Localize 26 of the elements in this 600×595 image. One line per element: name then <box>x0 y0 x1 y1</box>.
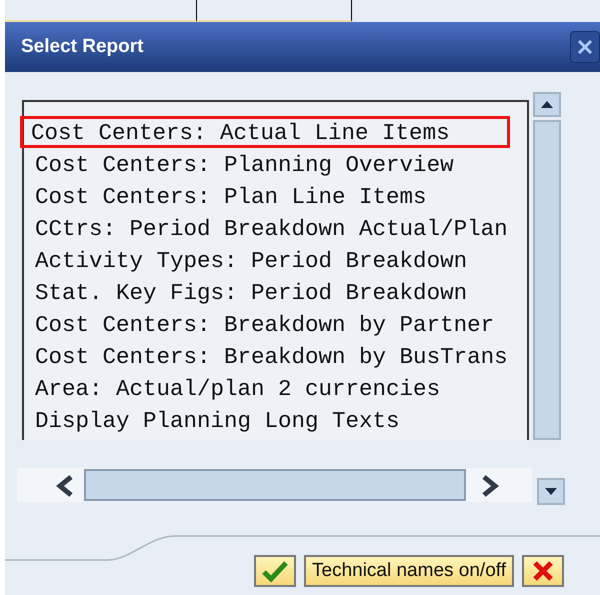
report-item[interactable]: Area: Actual/plan 2 currencies <box>24 372 527 404</box>
close-button[interactable] <box>570 31 600 63</box>
report-item[interactable]: Cost Centers: Breakdown by BusTrans <box>24 340 527 372</box>
up-arrow-icon <box>541 101 553 108</box>
scroll-up-button[interactable] <box>533 92 561 117</box>
scroll-right-icon[interactable] <box>480 475 500 497</box>
confirm-button[interactable] <box>254 555 296 587</box>
close-icon <box>576 38 594 56</box>
report-item[interactable]: Cost Centers: Planning Overview <box>24 148 527 180</box>
horizontal-scrollbar-thumb[interactable] <box>84 469 466 501</box>
report-item[interactable]: Activity Types: Period Breakdown <box>24 244 527 276</box>
window-title: Select Report <box>21 34 144 59</box>
scroll-down-button[interactable] <box>537 478 565 505</box>
checkmark-icon <box>261 560 289 582</box>
close-icon <box>532 560 554 582</box>
cancel-button[interactable] <box>522 555 564 587</box>
report-item[interactable]: Display Planning Long Texts <box>24 404 527 436</box>
report-item[interactable]: CCtrs: Period Breakdown Actual/Plan <box>24 212 527 244</box>
report-item[interactable]: Cost Centers: Plan Line Items <box>24 180 527 212</box>
report-item[interactable]: Stat. Key Figs: Period Breakdown <box>24 276 527 308</box>
vertical-scrollbar-thumb[interactable] <box>533 120 561 440</box>
report-item[interactable]: Cost Centers: Actual Line Items <box>20 116 510 148</box>
down-arrow-icon <box>545 488 557 495</box>
report-item[interactable]: Cost Centers: Breakdown by Partner <box>24 308 527 340</box>
technical-names-button[interactable]: Technical names on/off <box>304 555 514 587</box>
scroll-left-icon[interactable] <box>55 475 75 497</box>
